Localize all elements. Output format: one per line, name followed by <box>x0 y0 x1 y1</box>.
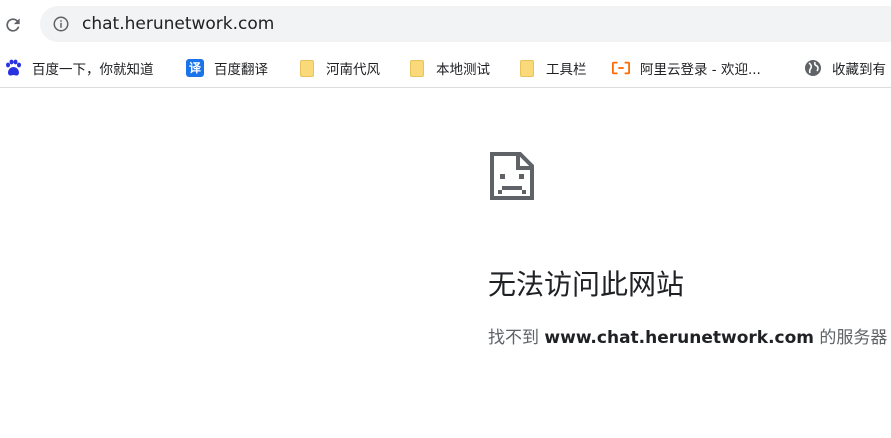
bookmark-globe[interactable]: 收藏到有 <box>804 56 886 80</box>
page-content <box>0 88 891 438</box>
error-title: 无法访问此网站 <box>488 268 685 301</box>
bookmark-label: 收藏到有 <box>832 62 886 78</box>
info-icon[interactable] <box>52 15 70 33</box>
url-text[interactable]: chat.herunetwork.com <box>82 13 274 35</box>
folder-icon <box>298 59 316 77</box>
bookmarks-bar: 百度一下，你就知道 译 百度翻译 河南代风 本地测试 工具栏 阿里云登录 - 欢… <box>0 50 891 88</box>
bookmark-label: 百度翻译 <box>214 62 268 78</box>
baidu-paw-icon <box>4 59 22 77</box>
error-desc-suffix: 的服务器 I <box>814 328 891 348</box>
reload-icon <box>6 18 20 32</box>
address-bar[interactable]: chat.herunetwork.com <box>40 6 891 42</box>
folder-icon <box>518 59 536 77</box>
error-desc-domain: www.chat.herunetwork.com <box>544 328 815 348</box>
bookmark-baidu-fanyi[interactable]: 译 百度翻译 <box>186 56 268 80</box>
bookmark-label: 阿里云登录 - 欢迎... <box>640 62 761 78</box>
browser-toolbar: chat.herunetwork.com <box>0 0 891 50</box>
bookmark-label: 河南代风 <box>326 62 380 78</box>
aliyun-icon <box>612 59 630 77</box>
bookmark-label: 百度一下，你就知道 <box>32 62 154 78</box>
bookmark-label: 工具栏 <box>546 62 587 78</box>
bookmark-aliyun[interactable]: 阿里云登录 - 欢迎... <box>612 56 761 80</box>
translate-icon: 译 <box>186 59 204 77</box>
bookmark-baidu[interactable]: 百度一下，你就知道 <box>4 56 154 80</box>
reload-button[interactable] <box>2 14 24 36</box>
bookmark-folder-henan[interactable]: 河南代风 <box>298 56 380 80</box>
folder-icon <box>408 59 426 77</box>
error-description: 找不到 www.chat.herunetwork.com 的服务器 I <box>488 326 891 350</box>
sad-page-icon <box>490 152 534 200</box>
bookmark-folder-local-test[interactable]: 本地测试 <box>408 56 490 80</box>
bookmark-folder-toolbar[interactable]: 工具栏 <box>518 56 587 80</box>
globe-icon <box>804 59 822 77</box>
bookmark-label: 本地测试 <box>436 62 490 78</box>
error-desc-prefix: 找不到 <box>488 328 545 348</box>
